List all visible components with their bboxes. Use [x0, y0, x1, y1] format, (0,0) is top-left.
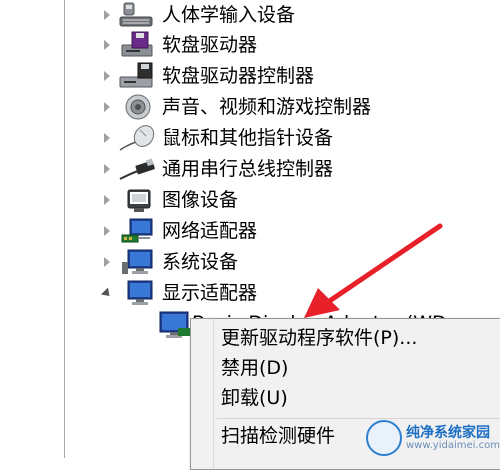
tree-item-usb[interactable]: 通用串行总线控制器 [0, 154, 500, 184]
tree-item-system[interactable]: 系统设备 [0, 247, 500, 277]
speaker-icon [125, 94, 151, 120]
watermark-text: 纯净系统家园 [406, 425, 490, 441]
tree-item-label: 网络适配器 [162, 220, 258, 242]
tree-item-label: 显示适配器 [162, 282, 258, 304]
camera-icon [127, 189, 151, 212]
tree-item-label: 软盘驱动器 [162, 34, 258, 56]
floppy-drive-icon [121, 31, 153, 57]
collapse-arrow-icon[interactable] [100, 287, 114, 300]
mouse-icon [119, 125, 155, 151]
expand-arrow-icon[interactable] [104, 195, 110, 205]
expand-arrow-icon[interactable] [104, 71, 110, 81]
network-adapter-icon [121, 218, 153, 243]
hid-icon [119, 2, 153, 27]
tree-item-display-adapter[interactable]: 显示适配器 [0, 278, 500, 308]
monitor-icon [159, 311, 190, 338]
tree-item-imaging[interactable]: 图像设备 [0, 185, 500, 215]
tree-item-floppy-drive[interactable]: 软盘驱动器 [0, 30, 500, 60]
expand-arrow-icon[interactable] [104, 40, 110, 50]
menu-item-disable[interactable]: 禁用(D) [221, 354, 288, 382]
menu-item-uninstall[interactable]: 卸载(U) [221, 384, 288, 412]
usb-icon [119, 158, 155, 180]
watermark: 纯净系统家园 www.yidaimei.com [366, 418, 500, 458]
menu-item-update-driver[interactable]: 更新驱动程序软件(P)... [221, 324, 417, 352]
tree-item-hid[interactable]: 人体学输入设备 [0, 0, 500, 30]
tree-item-mouse[interactable]: 鼠标和其他指针设备 [0, 123, 500, 153]
watermark-url: www.yidaimei.com [406, 440, 500, 451]
tree-item-label: 通用串行总线控制器 [162, 158, 334, 180]
tree-item-label: 图像设备 [162, 189, 239, 211]
tree-item-label: 人体学输入设备 [162, 4, 296, 26]
tree-item-label: 系统设备 [162, 251, 239, 273]
system-device-icon [122, 249, 153, 274]
tree-item-label: 软盘驱动器控制器 [162, 65, 315, 87]
expand-arrow-icon[interactable] [104, 257, 110, 267]
display-adapter-icon [127, 280, 153, 305]
tree-item-floppy-controller[interactable]: 软盘驱动器控制器 [0, 61, 500, 91]
tree-item-network[interactable]: 网络适配器 [0, 216, 500, 246]
tree-item-label: 声音、视频和游戏控制器 [162, 96, 372, 118]
expand-arrow-icon[interactable] [104, 164, 110, 174]
menu-gutter [213, 319, 214, 469]
tree-item-sound[interactable]: 声音、视频和游戏控制器 [0, 92, 500, 122]
expand-arrow-icon[interactable] [104, 10, 110, 20]
expand-arrow-icon[interactable] [104, 226, 110, 236]
menu-item-scan-hardware[interactable]: 扫描检测硬件 [221, 422, 335, 450]
watermark-logo-icon [366, 420, 402, 456]
floppy-controller-icon [119, 62, 153, 88]
expand-arrow-icon[interactable] [104, 133, 110, 143]
tree-item-label: 鼠标和其他指针设备 [162, 127, 334, 149]
expand-arrow-icon[interactable] [104, 102, 110, 112]
